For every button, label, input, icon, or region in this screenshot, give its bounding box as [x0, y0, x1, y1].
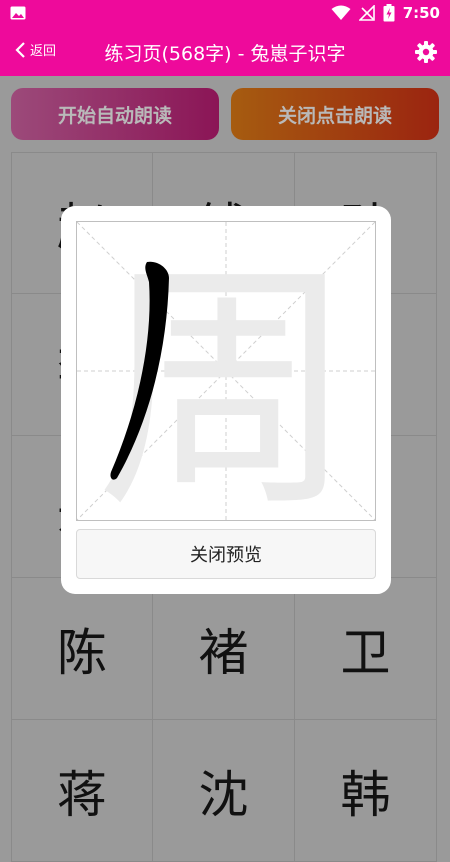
stroke-preview: 周 [76, 221, 376, 542]
wifi-icon [331, 5, 351, 20]
status-time: 7:50 [402, 4, 440, 22]
action-bar: 开始自动朗读 关闭点击朗读 [0, 76, 450, 152]
image-icon [10, 6, 26, 20]
character-cell[interactable]: 蒋 [11, 720, 153, 862]
auto-read-button[interactable]: 开始自动朗读 [11, 88, 219, 140]
character-cell[interactable]: 陈 [11, 578, 153, 720]
click-read-toggle-button[interactable]: 关闭点击朗读 [231, 88, 439, 140]
character-cell[interactable]: 卫 [295, 578, 437, 720]
battery-icon [383, 4, 395, 22]
app-bar: 返回 练习页(568字) - 兔崽子识字 [0, 28, 450, 76]
ghost-character: 周 [96, 240, 356, 520]
character-cell[interactable]: 韩 [295, 720, 437, 862]
character-cell[interactable]: 褚 [153, 578, 295, 720]
signal-icon [358, 5, 375, 21]
character-cell[interactable]: 沈 [153, 720, 295, 862]
status-bar: 7:50 [0, 0, 450, 28]
close-preview-button[interactable]: 关闭预览 [76, 529, 376, 579]
preview-dialog: 周 关闭预览 [61, 206, 391, 594]
gear-icon[interactable] [414, 40, 438, 64]
page-title: 练习页(568字) - 兔崽子识字 [104, 43, 346, 65]
